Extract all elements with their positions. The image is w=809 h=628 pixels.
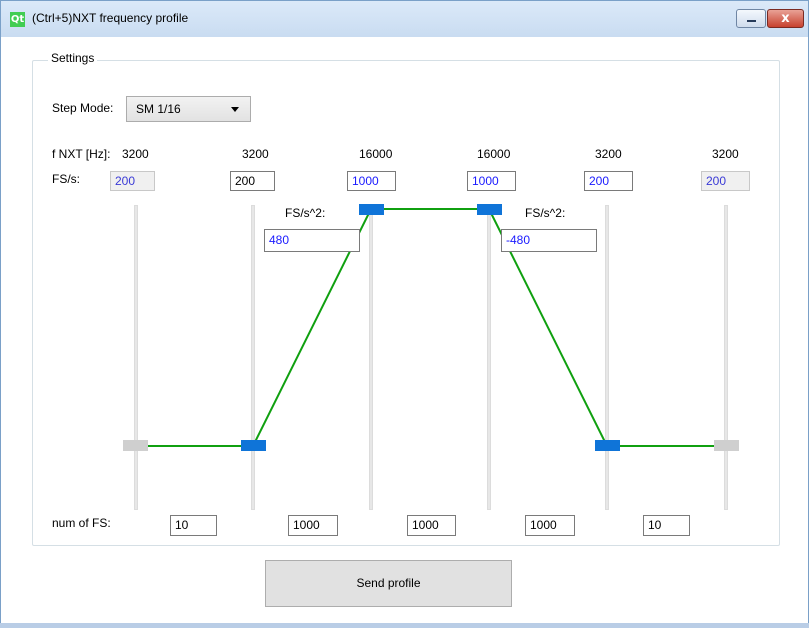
num-fs-field-5[interactable]: 10 <box>643 515 690 536</box>
fs-per-s-label: FS/s: <box>52 172 81 186</box>
slider-track-3[interactable] <box>369 205 373 510</box>
num-fs-label: num of FS: <box>52 516 111 530</box>
slider-track-4[interactable] <box>487 205 491 510</box>
slider-handle-4[interactable] <box>477 204 502 215</box>
fs-s-field-3[interactable]: 1000 <box>347 171 396 191</box>
accel-label-rise: FS/s^2: <box>285 206 326 220</box>
slider-track-1 <box>134 205 138 510</box>
freq-readout-1: 3200 <box>122 147 149 161</box>
chevron-down-icon <box>231 107 239 112</box>
fs-s-field-6: 200 <box>701 171 750 191</box>
slider-handle-3[interactable] <box>359 204 384 215</box>
accel-field-fall[interactable]: -480 <box>501 229 597 252</box>
num-fs-field-3[interactable]: 1000 <box>407 515 456 536</box>
frequency-label: f NXT [Hz]: <box>52 147 111 161</box>
qt-logo-icon: Qt <box>10 12 25 27</box>
window-bottom-border <box>0 623 809 628</box>
num-fs-field-2[interactable]: 1000 <box>288 515 338 536</box>
freq-readout-3: 16000 <box>359 147 393 161</box>
step-mode-value: SM 1/16 <box>136 102 181 116</box>
close-icon: x <box>781 11 790 26</box>
minimize-icon <box>747 20 756 22</box>
slider-track-2[interactable] <box>251 205 255 510</box>
fs-s-field-4[interactable]: 1000 <box>467 171 516 191</box>
close-button[interactable]: x <box>767 9 804 28</box>
step-mode-label: Step Mode: <box>52 101 114 115</box>
freq-readout-4: 16000 <box>477 147 511 161</box>
settings-group <box>32 60 780 546</box>
window-title: (Ctrl+5)NXT frequency profile <box>32 11 189 25</box>
fs-s-field-1: 200 <box>110 171 155 191</box>
slider-handle-5[interactable] <box>595 440 620 451</box>
num-fs-field-1[interactable]: 10 <box>170 515 217 536</box>
slider-handle-1 <box>123 440 148 451</box>
freq-readout-2: 3200 <box>242 147 269 161</box>
settings-group-title: Settings <box>48 51 98 65</box>
slider-handle-2[interactable] <box>241 440 266 451</box>
slider-track-6 <box>724 205 728 510</box>
accel-field-rise[interactable]: 480 <box>264 229 360 252</box>
step-mode-select[interactable]: SM 1/16 <box>126 96 251 122</box>
accel-label-fall: FS/s^2: <box>525 206 566 220</box>
slider-handle-6 <box>714 440 739 451</box>
minimize-button[interactable] <box>736 9 766 28</box>
freq-readout-5: 3200 <box>595 147 622 161</box>
slider-track-5[interactable] <box>605 205 609 510</box>
fs-s-field-5[interactable]: 200 <box>584 171 633 191</box>
send-profile-button[interactable]: Send profile <box>265 560 512 607</box>
fs-s-field-2[interactable]: 200 <box>230 171 275 191</box>
freq-readout-6: 3200 <box>712 147 739 161</box>
num-fs-field-4[interactable]: 1000 <box>525 515 575 536</box>
title-bar[interactable]: Qt (Ctrl+5)NXT frequency profile x <box>1 1 808 37</box>
